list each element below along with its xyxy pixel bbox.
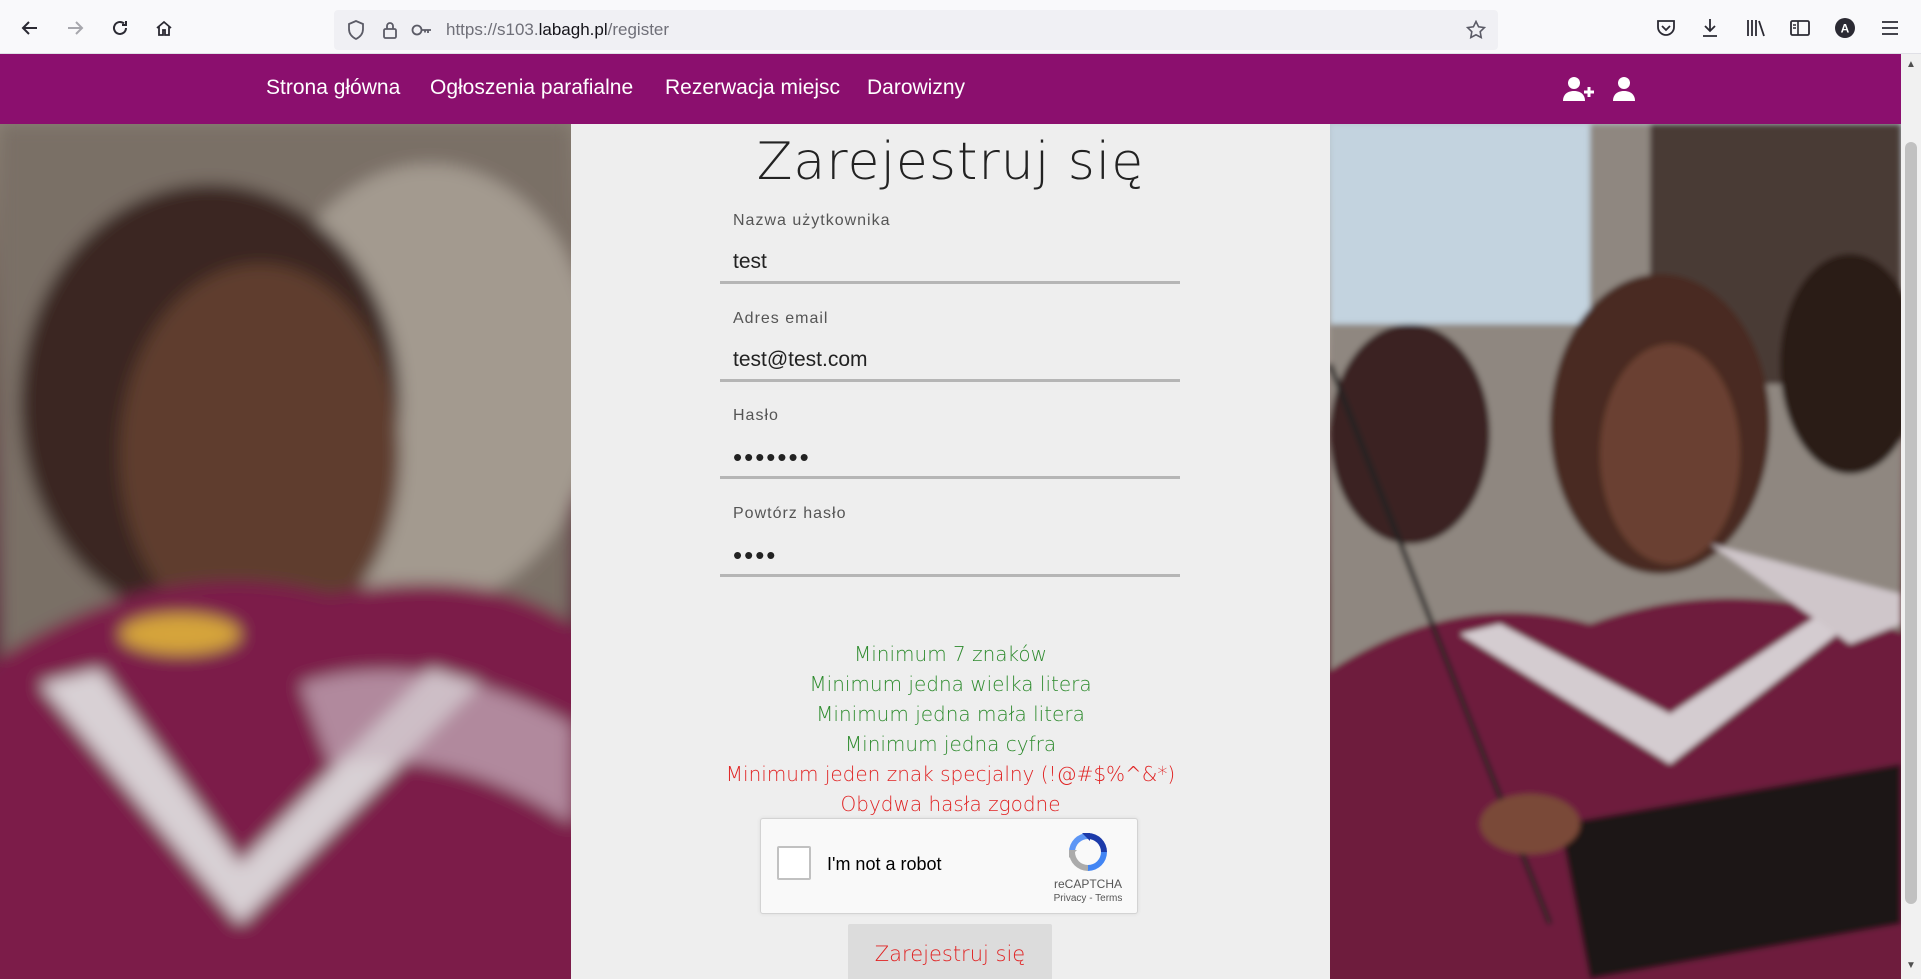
nav-link-donations[interactable]: Darowizny [867,76,965,100]
shield-icon[interactable] [344,18,368,42]
rule-lowercase: Minimum jedna mała litera [816,702,1085,726]
email-input[interactable]: test@test.com [720,338,1180,382]
password-rules: Minimum 7 znaków Minimum jedna wielka li… [571,639,1330,819]
recaptcha-widget: I'm not a robot reCAPTCHA Privacy - Term… [760,818,1138,914]
download-icon[interactable] [1694,12,1726,44]
key-icon[interactable] [410,18,434,42]
reload-icon[interactable] [104,12,136,44]
svg-text:A: A [1841,22,1850,36]
recaptcha-label: I'm not a robot [827,854,942,874]
nav-link-announcements[interactable]: Ogłoszenia parafialne [430,76,633,100]
bookmark-star-icon[interactable] [1464,18,1488,42]
forward-icon[interactable] [59,12,91,44]
scroll-up-icon[interactable]: ▲ [1906,60,1916,70]
repeat-password-input[interactable]: •••• [720,533,1180,577]
password-input[interactable]: ••••••• [720,435,1180,479]
rule-min-length: Minimum 7 znaków [853,642,1048,666]
page-title: Zarejestruj się [756,132,1145,192]
recaptcha-logo-icon [1065,829,1111,875]
nav-link-reservations[interactable]: Rezerwacja miejsc [665,76,840,100]
choir-photo-left [0,124,571,979]
url-text[interactable]: https://s103.labagh.pl/register [446,20,669,40]
url-bar[interactable]: https://s103.labagh.pl/register [334,10,1498,50]
repeat-password-label: Powtórz hasło [733,505,847,522]
rule-special-char: Minimum jeden znak specjalny (!@#$%^&*) [725,762,1176,786]
menu-icon[interactable] [1874,12,1906,44]
page-scrollbar[interactable]: ▲ ▼ [1901,54,1921,979]
email-label: Adres email [733,310,829,327]
nav-link-home[interactable]: Strona główna [266,76,400,100]
user-plus-icon[interactable] [1562,74,1596,104]
username-label: Nazwa użytkownika [733,212,891,229]
back-icon[interactable] [14,12,46,44]
choir-photo-right [1330,124,1901,979]
pocket-icon[interactable] [1650,12,1682,44]
register-panel: Zarejestruj się Nazwa użytkownika test A… [571,124,1330,979]
account-avatar-icon[interactable]: A [1829,12,1861,44]
sidebar-icon[interactable] [1784,12,1816,44]
home-icon[interactable] [148,12,180,44]
register-submit-button[interactable]: Zarejestruj się [848,924,1052,979]
lock-icon[interactable] [378,18,402,42]
rule-digit: Minimum jedna cyfra [844,732,1057,756]
browser-toolbar: https://s103.labagh.pl/register A [0,0,1921,54]
recaptcha-checkbox[interactable] [777,846,811,880]
user-icon[interactable] [1607,74,1641,104]
password-label: Hasło [733,407,779,424]
recaptcha-terms-links[interactable]: Privacy - Terms [1043,893,1133,904]
recaptcha-brand: reCAPTCHA [1053,877,1122,891]
scrollbar-thumb[interactable] [1905,142,1917,904]
page-content: Zarejestruj się Nazwa użytkownika test A… [0,124,1901,979]
username-input[interactable]: test [720,240,1180,284]
rule-uppercase: Minimum jedna wielka litera [809,672,1092,696]
scroll-down-icon[interactable]: ▼ [1906,961,1916,971]
site-navbar: Strona główna Ogłoszenia parafialne Reze… [0,54,1901,124]
rule-passwords-match: Obydwa hasła zgodne [840,792,1061,816]
library-icon[interactable] [1740,12,1772,44]
